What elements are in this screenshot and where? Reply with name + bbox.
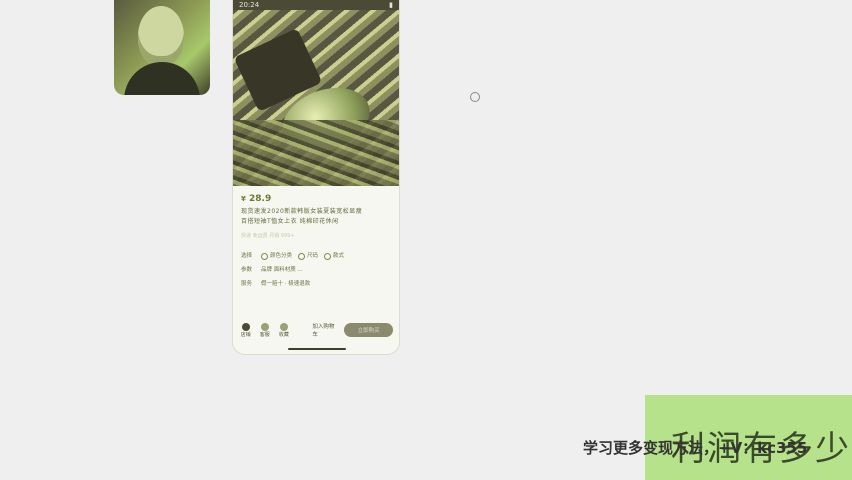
attr-key: 参数: [241, 267, 253, 273]
phone-mockup: 20:24 ▮ ¥ 28.9 现货速发2020新款韩版女装夏装宽松显瘦 百搭短袖…: [233, 0, 399, 354]
status-bar: 20:24 ▮: [233, 0, 399, 10]
presenter-webcam: [114, 0, 210, 95]
bottom-action-bar: 店铺 客服 收藏 加入购物车 立即购买: [233, 318, 399, 342]
product-image-fabric: [233, 120, 399, 186]
radio-icon: [298, 252, 306, 260]
battery-icon: ▮: [389, 1, 393, 9]
radio-icon: [261, 252, 268, 260]
product-title-line-1: 现货速发2020新款韩版女装夏装宽松显瘦: [241, 208, 363, 215]
add-to-cart-button[interactable]: 加入购物车: [312, 322, 338, 338]
home-indicator: [288, 348, 346, 350]
attr-tag[interactable]: 尺码: [298, 251, 318, 261]
attr-row-select[interactable]: 选择 颜色分类 尺码 款式: [241, 251, 391, 261]
product-price: ¥ 28.9: [241, 194, 391, 204]
attr-value: 假一赔十 · 极速退款: [261, 281, 311, 287]
favorite-button[interactable]: 收藏: [277, 322, 290, 338]
shipping-sales-info: 快递 免运费 月销 999+: [241, 233, 295, 239]
chat-icon: [260, 322, 269, 331]
buy-now-button[interactable]: 立即购买: [344, 323, 394, 337]
attr-key: 选择: [241, 253, 253, 259]
star-icon: [279, 322, 288, 331]
presenter-face: [138, 6, 184, 66]
promo-caption: 学习更多变现方法，+V：kc355: [583, 439, 808, 457]
service-button[interactable]: 客服: [258, 322, 271, 338]
currency-symbol: ¥: [241, 195, 246, 203]
shop-button[interactable]: 店铺: [239, 322, 252, 338]
attr-row-service[interactable]: 服务 假一赔十 · 极速退款: [241, 279, 391, 289]
status-time: 20:24: [239, 1, 260, 9]
attr-key: 服务: [241, 281, 253, 287]
product-title-line-2: 百搭短袖T恤女上衣 纯棉印花休闲: [241, 218, 339, 225]
attr-value: 品牌 面料材质 ...: [261, 267, 303, 273]
attr-tag[interactable]: 颜色分类: [261, 251, 292, 261]
radio-icon: [324, 252, 332, 260]
loading-cursor-icon: [470, 92, 480, 102]
product-info: ¥ 28.9 现货速发2020新款韩版女装夏装宽松显瘦 百搭短袖T恤女上衣 纯棉…: [233, 186, 399, 289]
presenter-body: [124, 62, 200, 95]
attr-row-params[interactable]: 参数 品牌 面料材质 ...: [241, 265, 391, 275]
shop-icon: [241, 322, 250, 331]
price-value: 28.9: [249, 194, 272, 204]
product-image[interactable]: [233, 10, 399, 186]
attr-tag[interactable]: 款式: [324, 251, 344, 261]
